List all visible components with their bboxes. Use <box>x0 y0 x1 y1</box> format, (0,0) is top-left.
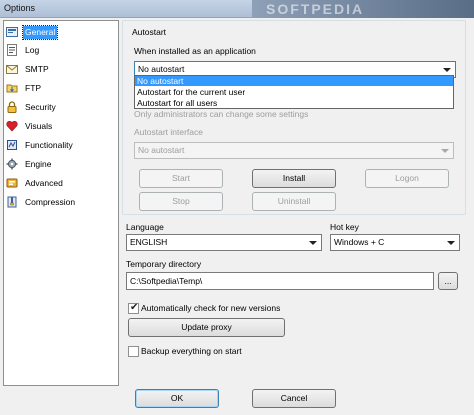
sidebar-item-functionality[interactable]: Functionality <box>6 137 116 153</box>
advanced-icon <box>6 177 18 189</box>
dropdown-option-no-autostart[interactable]: No autostart <box>135 76 453 86</box>
backup-checkbox[interactable] <box>128 346 139 357</box>
sidebar-item-label: General <box>21 24 59 40</box>
sidebar-item-general[interactable]: General <box>6 24 116 40</box>
sidebar-item-security[interactable]: Security <box>6 99 116 115</box>
sidebar-item-label: Engine <box>25 158 52 169</box>
log-icon <box>6 44 18 56</box>
hotkey-label: Hot key <box>330 222 359 232</box>
hotkey-select[interactable]: Windows + C <box>330 234 460 251</box>
temp-dir-value: C:\Softpedia\Temp\ <box>130 276 203 286</box>
autostart-dropdown-list: No autostart Autostart for the current u… <box>134 75 454 109</box>
window-title: Options <box>4 3 36 13</box>
chevron-down-icon <box>309 241 317 245</box>
title-bar[interactable]: Options SOFTPEDIA <box>0 0 474 18</box>
sidebar: General Log SMTP FTP Security Visuals Fu… <box>3 20 119 386</box>
smtp-icon <box>6 63 18 75</box>
functionality-icon <box>6 139 18 151</box>
chevron-down-icon <box>443 68 451 72</box>
lock-icon <box>6 101 18 113</box>
cancel-button[interactable]: Cancel <box>252 389 336 408</box>
check-versions-checkbox[interactable]: ✔ <box>128 302 139 314</box>
language-select-value: ENGLISH <box>130 237 168 247</box>
sidebar-item-engine[interactable]: Engine <box>6 156 116 172</box>
autostart-interface-value: No autostart <box>138 145 185 155</box>
autostart-interface-select[interactable]: No autostart <box>134 142 454 159</box>
language-select[interactable]: ENGLISH <box>126 234 322 251</box>
chevron-down-icon <box>447 241 455 245</box>
logon-button[interactable]: Logon <box>365 169 449 188</box>
browse-button[interactable]: ... <box>438 272 458 290</box>
sidebar-item-label: Security <box>25 101 56 112</box>
sidebar-item-smtp[interactable]: SMTP <box>6 61 116 77</box>
check-versions-label[interactable]: Automatically check for new versions <box>141 303 280 313</box>
autostart-group-title: Autostart <box>132 27 167 37</box>
chevron-down-icon <box>441 149 449 153</box>
sidebar-item-ftp[interactable]: FTP <box>6 80 116 96</box>
heart-icon <box>6 120 18 132</box>
language-label: Language <box>126 222 164 232</box>
sidebar-item-log[interactable]: Log <box>6 42 116 58</box>
general-icon <box>6 26 18 38</box>
when-installed-label: When installed as an application <box>134 46 256 56</box>
sidebar-item-compression[interactable]: Compression <box>6 194 116 210</box>
checkmark-icon: ✔ <box>130 302 139 313</box>
gear-icon <box>6 158 18 170</box>
hotkey-select-value: Windows + C <box>334 237 385 247</box>
dropdown-option-current-user[interactable]: Autostart for the current user <box>135 87 453 97</box>
autostart-select-value: No autostart <box>138 64 185 74</box>
compression-icon <box>6 196 18 208</box>
uninstall-button[interactable]: Uninstall <box>252 192 336 211</box>
sidebar-item-label: Functionality <box>25 139 73 150</box>
watermark-logo: SOFTPEDIA <box>252 0 474 18</box>
options-window: Options SOFTPEDIA General Log SMTP FTP S… <box>0 0 474 415</box>
ok-button[interactable]: OK <box>135 389 219 408</box>
sidebar-item-label: FTP <box>25 82 42 93</box>
sidebar-item-visuals[interactable]: Visuals <box>6 118 116 134</box>
autostart-group: Autostart When installed as an applicati… <box>122 20 466 215</box>
temp-dir-input[interactable]: C:\Softpedia\Temp\ <box>126 272 434 290</box>
sidebar-item-label: Advanced <box>25 177 63 188</box>
sidebar-item-label: Compression <box>25 196 76 207</box>
install-button[interactable]: Install <box>252 169 336 188</box>
sidebar-item-label: Log <box>25 44 40 55</box>
sidebar-item-label: SMTP <box>25 63 49 74</box>
sidebar-item-label: Visuals <box>25 120 53 131</box>
update-proxy-button[interactable]: Update proxy <box>128 318 285 337</box>
stop-button[interactable]: Stop <box>139 192 223 211</box>
backup-label[interactable]: Backup everything on start <box>141 346 242 356</box>
start-button[interactable]: Start <box>139 169 223 188</box>
autostart-interface-label: Autostart interface <box>134 127 203 137</box>
sidebar-item-advanced[interactable]: Advanced <box>6 175 116 191</box>
dropdown-option-all-users[interactable]: Autostart for all users <box>135 98 453 108</box>
temp-dir-label: Temporary directory <box>126 259 202 269</box>
admin-note: Only administrators can change some sett… <box>134 109 309 119</box>
ftp-icon <box>6 82 18 94</box>
